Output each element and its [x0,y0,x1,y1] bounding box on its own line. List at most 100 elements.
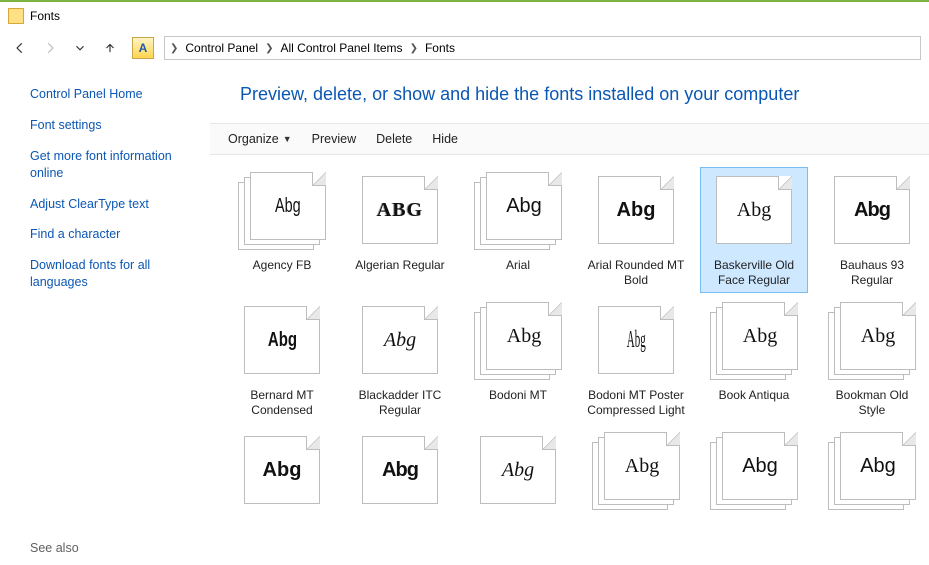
font-thumbnail: Abg [354,432,446,512]
font-sample: Abg [275,195,301,218]
font-label: Bernard MT Condensed [233,388,331,418]
font-thumbnail: Abg [236,172,328,252]
control-panel-home-link[interactable]: Control Panel Home [30,86,196,103]
chevron-right-icon[interactable]: ❯ [262,43,276,54]
font-label: Blackadder ITC Regular [351,388,449,418]
font-thumbnail: Abg [236,302,328,382]
font-label: Bodoni MT Poster Compressed Light [587,388,685,418]
font-grid[interactable]: AbgAgency FBABGAlgerian RegularAbgArialA… [210,155,929,565]
font-item[interactable]: Abg Arial [464,167,572,293]
sidebar-link[interactable]: Download fonts for all languages [30,257,196,291]
font-sample: Abg [506,195,542,218]
chevron-right-icon[interactable]: ❯ [407,43,421,54]
font-sample: Abg [507,325,541,348]
navbar: A ❯ Control Panel ❯ All Control Panel It… [0,30,929,66]
font-item[interactable]: Abg [700,427,808,553]
font-thumbnail: Abg [472,172,564,252]
font-sample: Abg [384,329,416,352]
sidebar-link[interactable]: Adjust ClearType text [30,196,196,213]
font-thumbnail: Abg [826,172,918,252]
preview-button[interactable]: Preview [304,128,364,150]
font-label: Bookman Old Style [823,388,921,418]
font-sample: Abg [854,199,890,222]
hide-button[interactable]: Hide [424,128,466,150]
breadcrumb-item[interactable]: Fonts [421,37,459,59]
sidebar: Control Panel Home Font settings Get mor… [0,66,210,565]
font-sample: Abg [267,329,296,352]
font-item[interactable]: Abg Blackadder ITC Regular [346,297,454,423]
font-thumbnail: Abg [826,432,918,512]
font-thumbnail: Abg [354,302,446,382]
font-thumbnail: Abg [472,302,564,382]
font-item[interactable]: Abg Bodoni MT [464,297,572,423]
font-item[interactable]: Abg Baskerville Old Face Regular [700,167,808,293]
font-item[interactable]: Abg Book Antiqua [700,297,808,423]
font-item[interactable]: Abg Agency FB [228,167,336,293]
page-title: Preview, delete, or show and hide the fo… [210,66,929,123]
font-thumbnail: Abg [590,172,682,252]
chevron-right-icon[interactable]: ❯ [167,43,181,54]
font-thumbnail: ABG [354,172,446,252]
font-item[interactable]: Abg Bauhaus 93 Regular [818,167,926,293]
font-label: Arial [506,258,530,288]
folder-icon [8,8,24,24]
font-sample: Abg [502,459,534,482]
font-label: Arial Rounded MT Bold [587,258,685,288]
font-thumbnail: Abg [236,432,328,512]
font-sample: Abg [743,325,777,348]
font-thumbnail: Abg [708,302,800,382]
font-item[interactable]: Abg Bookman Old Style [818,297,926,423]
organize-menu[interactable]: Organize ▼ [220,128,300,150]
font-sample: Abg [625,455,659,478]
font-thumbnail: Abg [590,302,682,382]
font-sample: Abg [382,459,418,482]
font-item[interactable]: Abg Bodoni MT Poster Compressed Light [582,297,690,423]
font-label: Baskerville Old Face Regular [705,258,803,288]
location-icon: A [132,37,154,59]
breadcrumb-item[interactable]: All Control Panel Items [277,37,407,59]
sidebar-link[interactable]: Font settings [30,117,196,134]
font-sample: Abg [737,199,771,222]
font-item[interactable]: Abg [464,427,572,553]
breadcrumb-item[interactable]: Control Panel [181,37,262,59]
content: Control Panel Home Font settings Get mor… [0,66,929,565]
font-item[interactable]: Abg [818,427,926,553]
font-sample: Abg [742,455,778,478]
font-item[interactable]: Abg [228,427,336,553]
font-sample: Abg [617,199,656,222]
font-item[interactable]: Abg [346,427,454,553]
sidebar-link[interactable]: Find a character [30,226,196,243]
breadcrumb[interactable]: ❯ Control Panel ❯ All Control Panel Item… [164,36,921,60]
font-item[interactable]: ABG Algerian Regular [346,167,454,293]
font-item[interactable]: Abg Arial Rounded MT Bold [582,167,690,293]
see-also-heading: See also [30,541,196,555]
delete-button[interactable]: Delete [368,128,420,150]
up-button[interactable] [98,36,122,60]
organize-label: Organize [228,132,279,146]
toolbar: Organize ▼ Preview Delete Hide [210,123,929,155]
font-thumbnail: Abg [472,432,564,512]
chevron-down-icon: ▼ [283,134,292,144]
forward-button[interactable] [38,36,62,60]
back-button[interactable] [8,36,32,60]
font-label: Bodoni MT [489,388,547,418]
font-sample: Abg [861,325,895,348]
font-label: Bauhaus 93 Regular [823,258,921,288]
font-item[interactable]: Abg [582,427,690,553]
font-sample: Abg [627,326,646,354]
font-thumbnail: Abg [708,432,800,512]
window-title: Fonts [30,9,60,23]
main-panel: Preview, delete, or show and hide the fo… [210,66,929,565]
recent-dropdown[interactable] [68,36,92,60]
font-item[interactable]: Abg Bernard MT Condensed [228,297,336,423]
font-label: Algerian Regular [355,258,444,288]
font-thumbnail: Abg [590,432,682,512]
titlebar: Fonts [0,2,929,30]
font-label: Agency FB [253,258,312,288]
font-label: Book Antiqua [719,388,790,418]
font-thumbnail: Abg [708,172,800,252]
font-thumbnail: Abg [826,302,918,382]
sidebar-link[interactable]: Get more font information online [30,148,196,182]
font-sample: Abg [263,459,302,482]
font-sample: ABG [377,199,423,222]
